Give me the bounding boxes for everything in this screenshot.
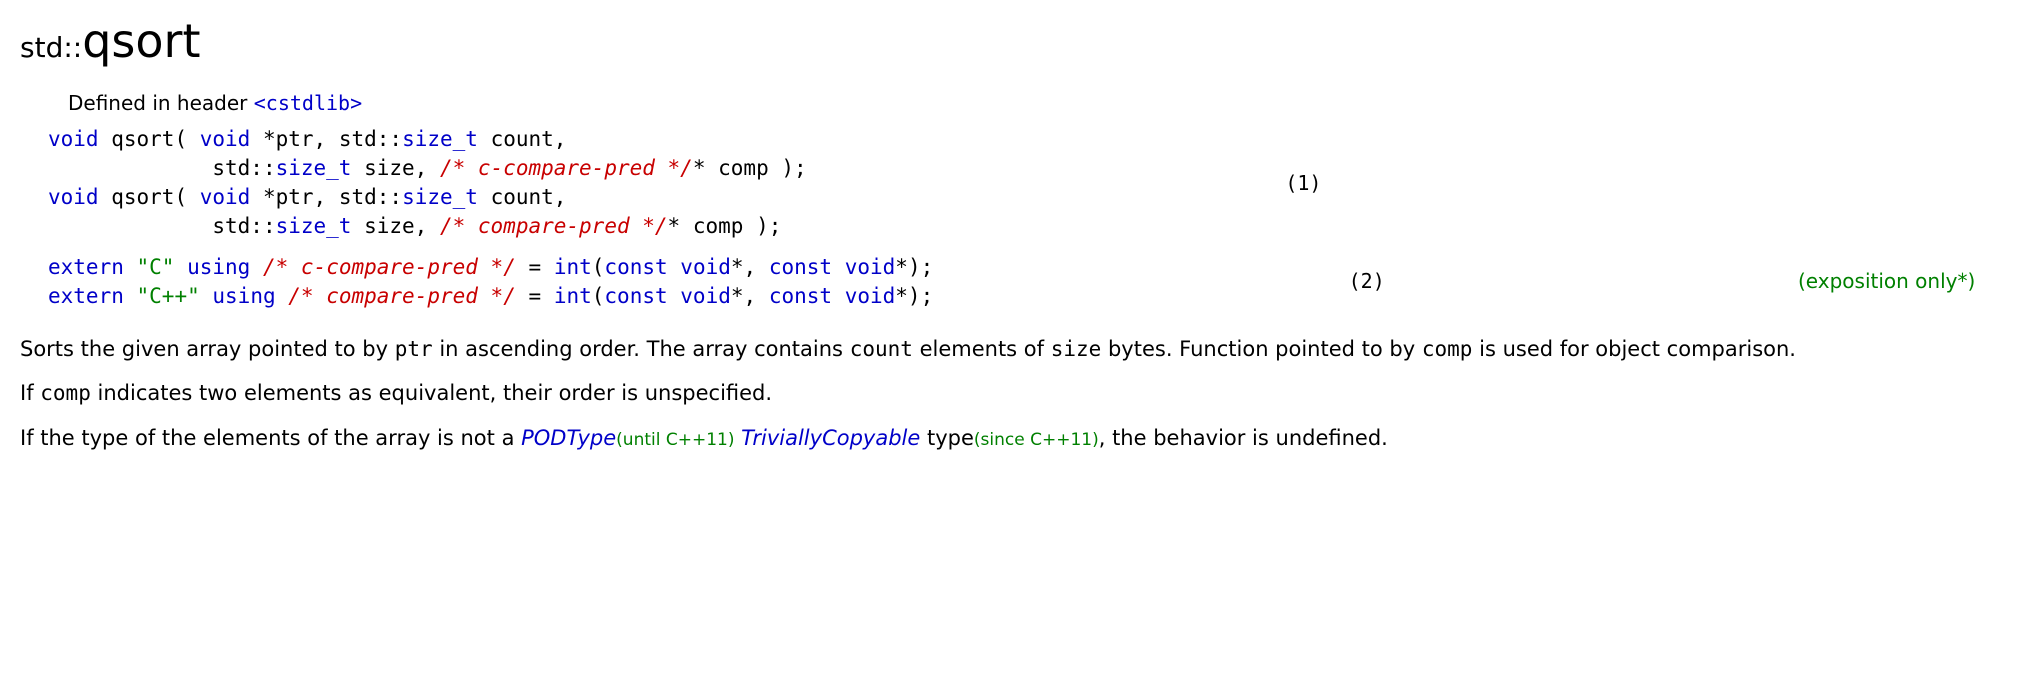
- title-name: qsort: [82, 14, 200, 68]
- declaration-2-code: extern "C" using /* c-compare-pred */ = …: [48, 253, 933, 311]
- paragraph-3: If the type of the elements of the array…: [20, 424, 2008, 452]
- podtype-link[interactable]: PODType: [521, 426, 616, 450]
- declaration-1-code: void qsort( void *ptr, std::size_t count…: [48, 125, 807, 241]
- spacer: [48, 243, 2008, 251]
- code-comp2: comp: [40, 381, 91, 405]
- code-size: size: [1051, 337, 1102, 361]
- since-cpp11-note: (since C++11): [974, 430, 1099, 450]
- paragraph-2: If comp indicates two elements as equiva…: [20, 379, 2008, 407]
- declaration-2-number: (2): [1309, 268, 1409, 295]
- declaration-2-note: (exposition only*): [1784, 268, 2008, 295]
- paragraph-1: Sorts the given array pointed to by ptr …: [20, 335, 2008, 363]
- defined-in-prefix: Defined in header: [68, 91, 254, 115]
- title-namespace: std::: [20, 31, 82, 64]
- declaration-block: Defined in header <cstdlib> void qsort( …: [48, 90, 2008, 313]
- until-cpp11-note: (until C++11): [616, 430, 734, 450]
- code-count: count: [850, 337, 913, 361]
- declaration-2: extern "C" using /* c-compare-pred */ = …: [48, 251, 2008, 313]
- triviallycopyable-link[interactable]: TriviallyCopyable: [741, 426, 920, 450]
- page-title: std::qsort: [20, 10, 2008, 72]
- declaration-1-number: (1): [1245, 170, 1345, 197]
- declaration-1: void qsort( void *ptr, std::size_t count…: [48, 123, 2008, 243]
- code-comp: comp: [1422, 337, 1473, 361]
- defined-in-header: Defined in header <cstdlib>: [48, 90, 2008, 117]
- code-ptr: ptr: [395, 337, 433, 361]
- header-link[interactable]: <cstdlib>: [254, 91, 362, 115]
